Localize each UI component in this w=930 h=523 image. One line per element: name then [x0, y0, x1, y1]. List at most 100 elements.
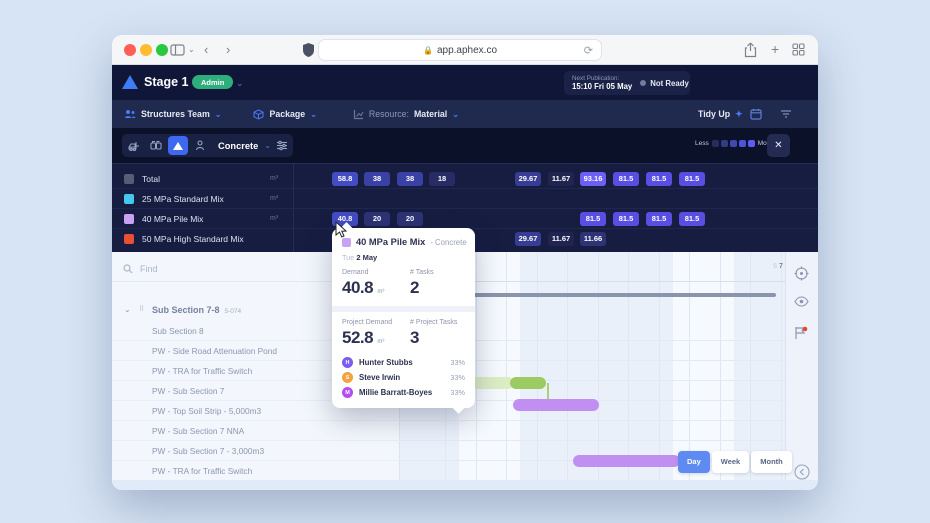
legend-square — [721, 140, 728, 147]
calendar-icon[interactable] — [750, 108, 762, 120]
flag-icon[interactable] — [794, 326, 808, 340]
collapse-panel-icon[interactable] — [794, 464, 810, 480]
tooltip-subtitle: - Concrete — [430, 238, 466, 247]
assignee-avatar: M — [342, 387, 353, 398]
heatmap-cell[interactable]: 81.5 — [679, 212, 705, 226]
display-settings-button[interactable] — [270, 134, 293, 157]
forward-icon[interactable]: › — [226, 35, 230, 65]
team-filter[interactable]: Structures Team ⌄ — [124, 109, 221, 119]
address-bar[interactable]: 🔒 app.aphex.co ⟳ — [318, 39, 602, 61]
row-label: 40 MPa Pile Mix — [142, 209, 203, 229]
resource-toolbar: Concrete ⌄ Less More ✕ — [112, 128, 818, 163]
material-icon[interactable] — [168, 136, 188, 155]
tooltip-title: 40 MPa Pile Mix — [356, 237, 425, 247]
zoom-window-button[interactable] — [156, 44, 168, 56]
heatmap-cell[interactable]: 38 — [397, 172, 423, 186]
find-placeholder: Find — [140, 256, 158, 282]
legend-square — [712, 140, 719, 147]
assignee-name: Hunter Stubbs — [359, 358, 444, 367]
next-publication-time: 15:10 Fri 05 May — [572, 82, 632, 91]
heatmap-cell[interactable]: 29.67 — [515, 172, 541, 186]
task-bar-purple-long[interactable] — [573, 455, 680, 467]
heatmap-cell[interactable]: 38 — [364, 172, 390, 186]
chevron-down-icon: ⌄ — [452, 110, 459, 119]
back-icon[interactable]: ‹ — [204, 35, 208, 65]
heatmap-cell[interactable]: 11.67 — [548, 232, 574, 246]
equipment-icon[interactable] — [146, 136, 166, 155]
package-filter[interactable]: Package ⌄ — [253, 109, 316, 120]
team-icon — [124, 109, 136, 119]
new-tab-icon[interactable]: + — [771, 34, 779, 64]
eye-icon[interactable] — [794, 296, 809, 307]
heatmap-cell[interactable]: 20 — [397, 212, 423, 226]
wbs-item[interactable]: PW - TRA for Traffic Switch — [112, 461, 400, 481]
heatmap-cell[interactable]: 20 — [364, 212, 390, 226]
sparkle-icon: ✦ — [735, 109, 742, 120]
chevron-down-icon[interactable]: ⌄ — [188, 35, 195, 65]
heatmap-cell[interactable]: 18 — [429, 172, 455, 186]
wbs-item-label: PW - Top Soil Strip - 5,000m3 — [152, 401, 261, 421]
package-icon — [253, 109, 264, 120]
demand-value: 40.8 m³ — [342, 278, 410, 298]
wbs-item[interactable]: PW - Sub Section 7 - 3,000m3 — [112, 441, 400, 461]
assignee-list: HHunter Stubbs33%SSteve Irwin33%MMillie … — [342, 355, 465, 400]
heatmap-cell[interactable]: 81.5 — [580, 212, 606, 226]
assignee-percent: 33% — [450, 358, 465, 367]
project-tasks-value: 3 — [410, 328, 465, 348]
task-bar-purple[interactable] — [513, 399, 599, 411]
tooltip-date: Tue 2 May — [342, 253, 465, 262]
heatmap-legend: Less More — [695, 140, 773, 147]
people-icon[interactable] — [190, 136, 210, 155]
aphex-logo-icon[interactable] — [122, 75, 138, 89]
heatmap-cell[interactable]: 11.67 — [548, 172, 574, 186]
reload-icon[interactable]: ⟳ — [584, 44, 593, 57]
sidebar-icon[interactable] — [170, 35, 185, 65]
view-week-button[interactable]: Week — [712, 451, 749, 473]
mouse-cursor — [334, 221, 348, 239]
minimize-window-button[interactable] — [140, 44, 152, 56]
heatmap-cell[interactable]: 81.5 — [613, 212, 639, 226]
tab-overview-icon[interactable] — [792, 43, 805, 56]
assignee-row: HHunter Stubbs33% — [342, 355, 465, 370]
next-publication-label: Next Publication: — [572, 75, 632, 82]
share-icon[interactable] — [744, 42, 757, 58]
assignee-name: Steve Irwin — [359, 373, 444, 382]
wbs-item-label: PW - TRA for Traffic Switch — [152, 461, 252, 481]
demand-tooltip: 40 MPa Pile Mix - Concrete Tue 2 May Dem… — [332, 228, 475, 408]
collapse-chevron-icon[interactable]: ⌄ — [124, 300, 131, 320]
heatmap-cell[interactable]: 29.67 — [515, 232, 541, 246]
filter-icon[interactable] — [780, 108, 792, 120]
view-day-button[interactable]: Day — [678, 451, 710, 473]
assignee-percent: 33% — [450, 373, 465, 382]
close-heatmap-button[interactable]: ✕ — [767, 134, 790, 157]
plant-icon[interactable] — [124, 136, 144, 155]
heatmap-cell[interactable]: 58.8 — [332, 172, 358, 186]
resource-type-group: Concrete ⌄ — [122, 134, 277, 157]
resource-filter[interactable]: Resource: Material ⌄ — [353, 109, 459, 120]
row-unit: m³ — [270, 169, 278, 189]
wbs-item[interactable]: PW - Sub Section 7 NNA — [112, 421, 400, 441]
table-row-40mpa: 40 MPa Pile Mix m³ 40.8202081.581.581.58… — [112, 209, 818, 229]
crosshair-icon[interactable] — [794, 266, 809, 281]
table-row-25mpa: 25 MPa Standard Mix m³ — [112, 189, 818, 209]
legend-less-label: Less — [695, 140, 709, 147]
heatmap-cell[interactable]: 93.16 — [580, 172, 606, 186]
heatmap-cell[interactable]: 81.5 — [613, 172, 639, 186]
heatmap-cell[interactable]: 81.5 — [646, 172, 672, 186]
close-window-button[interactable] — [124, 44, 136, 56]
drag-grip-icon[interactable]: ⠿ — [139, 300, 144, 320]
demand-label: Demand — [342, 269, 410, 276]
project-chevron-icon[interactable]: ⌄ — [236, 78, 244, 89]
tidy-up-button[interactable]: Tidy Up ✦ — [698, 109, 742, 120]
view-month-button[interactable]: Month — [751, 451, 792, 473]
chevron-down-icon: ⌄ — [215, 110, 222, 119]
selected-material[interactable]: Concrete — [218, 141, 258, 151]
heatmap-cell[interactable]: 11.66 — [580, 232, 606, 246]
task-bar-green[interactable] — [510, 377, 546, 389]
next-publication-box[interactable]: Next Publication: 15:10 Fri 05 May Not R… — [564, 71, 690, 95]
privacy-shield-icon[interactable] — [302, 42, 315, 58]
publication-status: Not Ready — [650, 79, 689, 88]
heatmap-cell[interactable]: 81.5 — [646, 212, 672, 226]
task-bar-progress-ghost[interactable] — [472, 377, 512, 389]
heatmap-cell[interactable]: 81.5 — [679, 172, 705, 186]
